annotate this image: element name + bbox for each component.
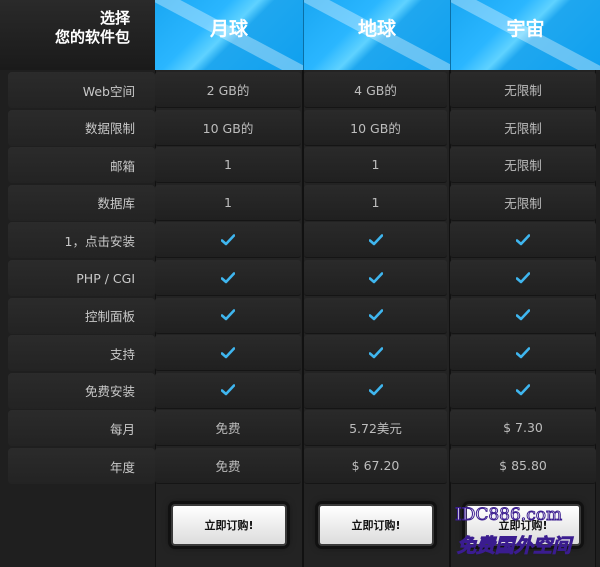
value-cell: $ 85.80	[450, 448, 596, 484]
order-button-universe[interactable]: 立即订购!	[465, 504, 581, 546]
order-button-earth[interactable]: 立即订购!	[318, 504, 434, 546]
checkmark-icon	[368, 384, 383, 396]
check-cell	[304, 372, 447, 409]
table-row: 邮箱 1 1 无限制	[8, 147, 596, 184]
check-cell	[450, 335, 596, 372]
row-label: 数据限制	[8, 109, 155, 146]
check-cell	[450, 297, 596, 334]
row-label: 支持	[8, 335, 155, 372]
check-cell	[304, 297, 447, 334]
row-label: 每月	[8, 410, 155, 447]
value-cell: 5.72美元	[304, 410, 447, 447]
check-cell	[155, 335, 301, 372]
check-cell	[304, 335, 447, 372]
plan-header-earth: 地球	[303, 0, 450, 70]
value-cell: 4 GB的	[304, 72, 447, 108]
row-label: 免费安装	[8, 372, 155, 409]
pricing-table: 选择 您的软件包 月球 地球 宇宙 Web空间 2 GB的 4 GB的 无限制 数据限制…	[0, 0, 600, 567]
value-cell: $ 7.30	[450, 410, 596, 447]
value-cell: 1	[155, 184, 301, 221]
value-cell: 2 GB的	[155, 72, 301, 108]
value-cell: $ 67.20	[304, 448, 447, 484]
row-label: 控制面板	[8, 297, 155, 334]
value-cell: 无限制	[450, 109, 596, 146]
value-cell: 无限制	[450, 72, 596, 108]
table-row: 数据库 1 1 无限制	[8, 184, 596, 221]
value-cell: 1	[304, 147, 447, 184]
checkmark-icon	[516, 309, 530, 321]
corner-header: 选择 您的软件包	[0, 0, 155, 70]
value-cell: 无限制	[450, 147, 596, 184]
plan-name-moon: 月球	[209, 18, 248, 40]
checkmark-icon	[221, 384, 235, 396]
checkmark-icon	[221, 271, 235, 284]
check-cell	[155, 372, 301, 409]
value-cell: 1	[304, 184, 447, 221]
value-cell: 10 GB的	[304, 109, 447, 146]
plan-header-universe: 宇宙	[450, 0, 600, 70]
row-label: PHP / CGI	[8, 260, 155, 296]
value-cell: 10 GB的	[155, 109, 301, 146]
checkmark-icon	[516, 346, 530, 359]
row-label: 数据库	[8, 184, 155, 221]
checkmark-icon	[368, 234, 383, 246]
checkmark-icon	[221, 346, 235, 359]
check-cell	[155, 260, 301, 296]
checkmark-icon	[221, 234, 235, 246]
check-cell	[450, 222, 596, 259]
corner-line-1: 选择	[99, 9, 130, 27]
checkmark-icon	[516, 234, 530, 246]
value-cell: 无限制	[450, 184, 596, 221]
table-row: 支持	[8, 335, 596, 372]
plan-name-universe: 宇宙	[506, 18, 545, 40]
table-row: 1，点击安装	[8, 222, 596, 259]
table-row: 年度 免费 $ 67.20 $ 85.80	[8, 448, 596, 484]
checkmark-icon	[221, 309, 235, 321]
check-cell	[155, 297, 301, 334]
check-cell	[304, 260, 447, 296]
table-row: PHP / CGI	[8, 260, 596, 296]
order-button-moon[interactable]: 立即订购!	[171, 504, 287, 546]
row-label: Web空间	[8, 72, 155, 108]
checkmark-icon	[368, 271, 383, 284]
value-cell: 1	[155, 147, 301, 184]
plan-header-moon: 月球	[155, 0, 303, 70]
table-row: 数据限制 10 GB的 10 GB的 无限制	[8, 109, 596, 146]
row-label: 邮箱	[8, 147, 155, 184]
row-label: 年度	[8, 448, 155, 484]
check-cell	[450, 260, 596, 296]
check-cell	[155, 222, 301, 259]
value-cell: 免费	[155, 410, 301, 447]
plan-name-earth: 地球	[357, 18, 396, 40]
check-cell	[304, 222, 447, 259]
table-row: 免费安装	[8, 372, 596, 409]
checkmark-icon	[368, 309, 383, 321]
value-cell: 免费	[155, 448, 301, 484]
corner-line-2: 您的软件包	[54, 28, 130, 46]
check-cell	[450, 372, 596, 409]
table-row: 每月 免费 5.72美元 $ 7.30	[8, 410, 596, 447]
checkmark-icon	[516, 384, 530, 396]
table-row: Web空间 2 GB的 4 GB的 无限制	[8, 72, 596, 108]
checkmark-icon	[368, 346, 383, 359]
row-label: 1，点击安装	[8, 222, 155, 259]
checkmark-icon	[516, 271, 530, 284]
table-row: 控制面板	[8, 297, 596, 334]
